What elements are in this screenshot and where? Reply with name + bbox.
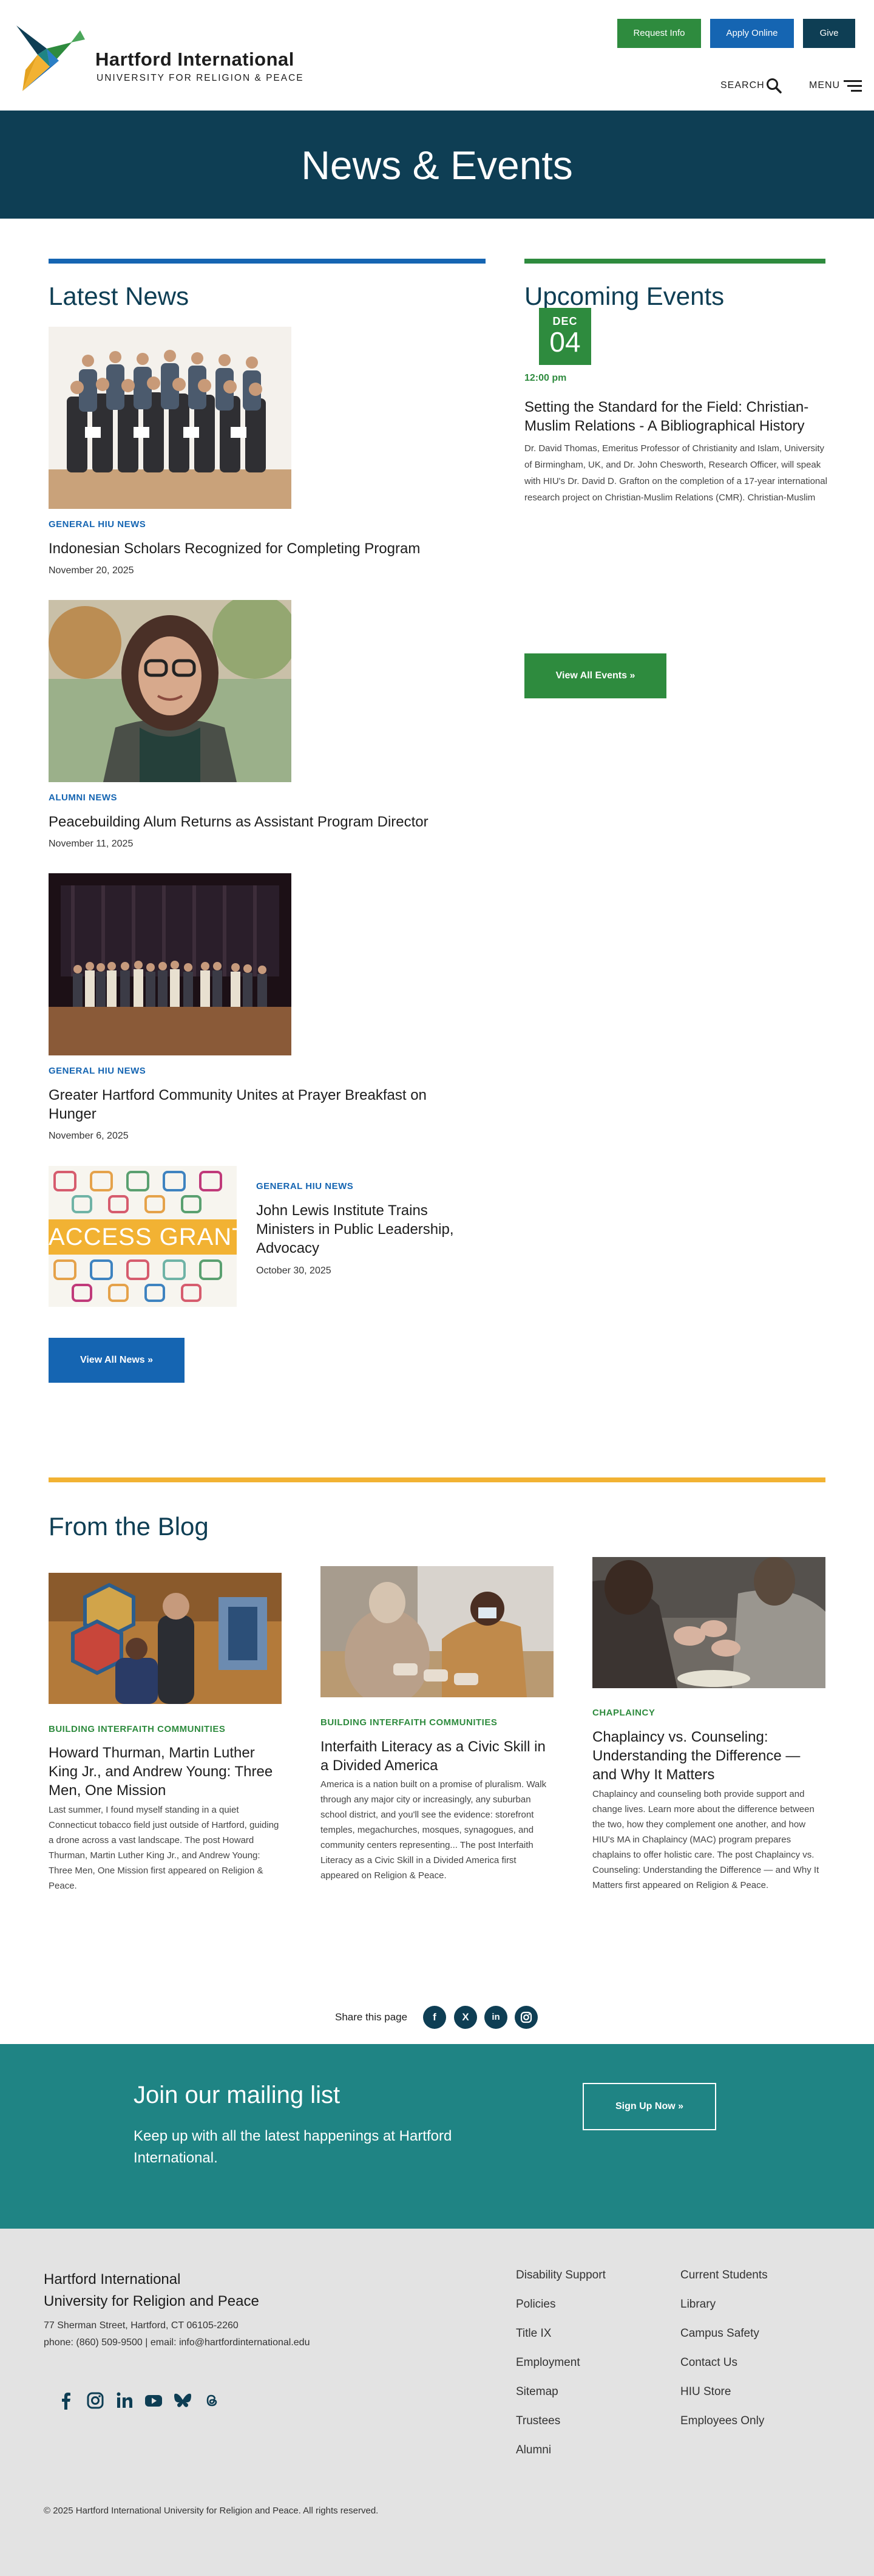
menu-link[interactable]: MENU <box>809 80 840 91</box>
footer-org-line1: Hartford International <box>44 2271 181 2288</box>
footer-link-employment[interactable]: Employment <box>516 2356 580 2370</box>
news-image-3[interactable] <box>49 873 291 1055</box>
x-icon[interactable]: X <box>454 2006 477 2029</box>
bluesky-icon[interactable] <box>172 2390 193 2411</box>
news-date-4: October 30, 2025 <box>256 1266 331 1276</box>
blog-title-1[interactable]: Howard Thurman, Martin Luther King Jr., … <box>49 1743 279 1800</box>
event-description: Dr. David Thomas, Emeritus Professor of … <box>524 443 827 503</box>
news-title-3[interactable]: Greater Hartford Community Unites at Pra… <box>49 1086 473 1123</box>
give-button[interactable]: Give <box>803 19 855 48</box>
site-logo[interactable]: Hartford International UNIVERSITY FOR RE… <box>13 18 303 94</box>
mailing-list-section: Join our mailing list Keep up with all t… <box>0 2044 874 2229</box>
share-label: Share this page <box>335 2011 408 2023</box>
footer-contact[interactable]: phone: (860) 509-9500 | email: info@hart… <box>44 2334 310 2351</box>
view-all-events-button[interactable]: View All Events » <box>524 653 666 698</box>
blog-category-2[interactable]: BUILDING INTERFAITH COMMUNITIES <box>320 1717 497 1728</box>
events-section-rule <box>524 259 825 264</box>
news-image-1[interactable] <box>49 327 291 509</box>
apply-online-button[interactable]: Apply Online <box>710 19 794 48</box>
linkedin-icon[interactable] <box>114 2390 135 2411</box>
footer-address: 77 Sherman Street, Hartford, CT 06105-22… <box>44 2320 239 2331</box>
site-header: Hartford International UNIVERSITY FOR RE… <box>0 0 874 111</box>
blog-section-rule <box>49 1477 825 1482</box>
news-date-2: November 11, 2025 <box>49 839 134 849</box>
search-icon[interactable] <box>766 78 782 94</box>
event-date-badge: DEC 04 <box>539 308 591 365</box>
site-footer: Hartford International University for Re… <box>0 2229 874 2576</box>
blog-category-3[interactable]: CHAPLAINCY <box>592 1708 655 1718</box>
mailing-title: Join our mailing list <box>134 2082 340 2108</box>
news-title-4[interactable]: John Lewis Institute Trains Ministers in… <box>256 1201 475 1258</box>
logo-name: Hartford International <box>95 49 294 70</box>
page-banner: News & Events <box>0 111 874 219</box>
page-title: News & Events <box>301 143 573 188</box>
blog-desc-2: America is a nation built on a promise o… <box>320 1779 547 1881</box>
blog-desc-1: Last summer, I found myself standing in … <box>49 1805 279 1891</box>
news-category-2[interactable]: ALUMNI NEWS <box>49 792 117 803</box>
bird-logo-icon <box>16 26 85 91</box>
news-title-1[interactable]: Indonesian Scholars Recognized for Compl… <box>49 539 473 558</box>
blog-category-1[interactable]: BUILDING INTERFAITH COMMUNITIES <box>49 1724 225 1734</box>
facebook-icon[interactable]: f <box>423 2006 446 2029</box>
view-all-news-button[interactable]: View All News » <box>49 1338 185 1383</box>
search-link[interactable]: SEARCH <box>720 80 765 91</box>
hamburger-icon[interactable] <box>844 80 862 92</box>
footer-link-campus-safety[interactable]: Campus Safety <box>680 2327 759 2340</box>
sign-up-button[interactable]: Sign Up Now » <box>583 2083 716 2130</box>
event-month: DEC <box>552 315 578 327</box>
footer-link-policies[interactable]: Policies <box>516 2298 555 2311</box>
events-section-title: Upcoming Events <box>524 282 725 310</box>
blog-desc-3: Chaplaincy and counseling both provide s… <box>592 1789 819 1890</box>
logo-subtitle: UNIVERSITY FOR RELIGION & PEACE <box>97 73 304 83</box>
blog-image-2[interactable] <box>320 1566 554 1697</box>
event-title[interactable]: Setting the Standard for the Field: Chri… <box>524 398 828 435</box>
facebook-icon[interactable] <box>56 2390 76 2411</box>
news-category-3[interactable]: GENERAL HIU NEWS <box>49 1066 146 1076</box>
news-section-rule <box>49 259 486 264</box>
footer-link-disability-support[interactable]: Disability Support <box>516 2269 606 2282</box>
news-section-title: Latest News <box>49 282 189 310</box>
footer-org: Hartford International University for Re… <box>44 2269 259 2312</box>
footer-link-trustees[interactable]: Trustees <box>516 2414 560 2428</box>
news-category-1[interactable]: GENERAL HIU NEWS <box>49 519 146 530</box>
event-day: 04 <box>549 326 581 358</box>
instagram-icon[interactable] <box>85 2390 106 2411</box>
footer-link-title-ix[interactable]: Title IX <box>516 2327 551 2340</box>
footer-address-block: 77 Sherman Street, Hartford, CT 06105-22… <box>44 2317 310 2351</box>
request-info-button[interactable]: Request Info <box>617 19 701 48</box>
linkedin-icon[interactable]: in <box>484 2006 507 2029</box>
mailing-subtitle: Keep up with all the latest happenings a… <box>134 2128 452 2166</box>
news-image-2[interactable] <box>49 600 291 782</box>
instagram-icon[interactable] <box>515 2006 538 2029</box>
footer-link-employees-only[interactable]: Employees Only <box>680 2414 764 2428</box>
footer-link-sitemap[interactable]: Sitemap <box>516 2385 558 2399</box>
blog-title-2[interactable]: Interfaith Literacy as a Civic Skill in … <box>320 1737 551 1775</box>
footer-link-hiu-store[interactable]: HIU Store <box>680 2385 731 2399</box>
news-image-4[interactable]: ACCESS GRANT <box>49 1166 237 1307</box>
threads-icon[interactable] <box>202 2390 222 2411</box>
footer-link-alumni[interactable]: Alumni <box>516 2444 551 2457</box>
youtube-icon[interactable] <box>143 2390 164 2411</box>
footer-link-current-students[interactable]: Current Students <box>680 2269 768 2282</box>
blog-section-title: From the Blog <box>49 1512 209 1541</box>
footer-copyright: © 2025 Hartford International University… <box>44 2506 379 2516</box>
blog-image-1[interactable] <box>49 1573 282 1704</box>
news-title-2[interactable]: Peacebuilding Alum Returns as Assistant … <box>49 813 473 831</box>
footer-org-line2: University for Religion and Peace <box>44 2293 259 2309</box>
news-date-3: November 6, 2025 <box>49 1131 129 1141</box>
news-date-1: November 20, 2025 <box>49 565 134 576</box>
news-image-4-text: ACCESS GRANT <box>49 1224 237 1250</box>
blog-title-3[interactable]: Chaplaincy vs. Counseling: Understanding… <box>592 1728 823 1784</box>
footer-link-contact-us[interactable]: Contact Us <box>680 2356 737 2370</box>
blog-image-3[interactable] <box>592 1557 825 1688</box>
news-category-4[interactable]: GENERAL HIU NEWS <box>256 1181 353 1191</box>
event-time: 12:00 pm <box>524 373 567 383</box>
footer-link-library[interactable]: Library <box>680 2298 716 2311</box>
